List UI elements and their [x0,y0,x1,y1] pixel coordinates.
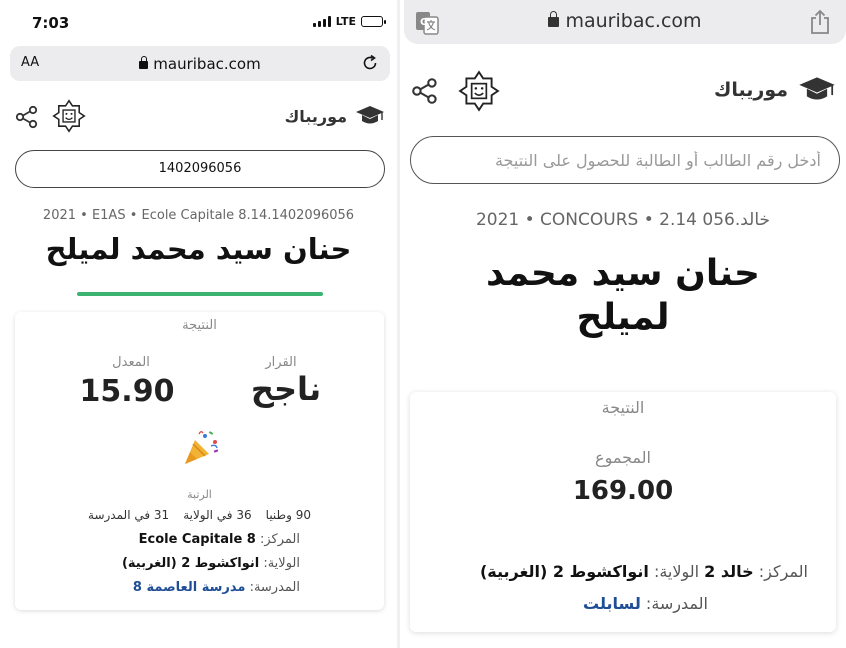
wilaya-label: الولاية: [653,562,700,581]
decision-label: القرار [265,355,297,370]
address-bar[interactable]: AA mauribac.com [10,46,390,81]
rank-list: 90 وطنيا 36 في الولاية 31 في المدرسة [15,508,384,522]
school-row: المدرسة: مدرسة العاصمة 8 [133,580,300,595]
lock-icon [548,11,560,27]
brand-name: موريباك [713,79,788,101]
reload-icon[interactable] [360,53,380,73]
wilaya-label: الولاية: [263,556,300,571]
center-wilaya-row: المركز: خالد 2 الولاية: انواكشوط 2 (الغر… [480,562,808,581]
result-card: النتيجة المجموع 169.00 المركز: خالد 2 ال… [410,392,836,632]
center-value: Ecole Capitale 8 [138,532,256,547]
brand-name: موريباك [284,106,347,126]
center-row: المركز: Ecole Capitale 8 [139,532,300,547]
total-value: 169.00 [572,476,674,506]
student-meta: 2021 • CONCOURS • 2.14 خالد.056 [475,210,771,230]
share-icon[interactable] [410,76,440,106]
rank-label: الرتبة [187,488,212,501]
school-link[interactable]: لسابلت [583,594,641,613]
center-value: خالد 2 [704,562,754,581]
search-input[interactable] [425,149,821,171]
student-name: حنان سيد محمد لميلح [485,253,760,338]
school-link[interactable]: مدرسة العاصمة 8 [133,580,246,595]
brand-logo[interactable]: موريباك [285,105,385,127]
site-header: موريباك [0,90,397,142]
url-text: mauribac.com [565,10,702,32]
average-label: المعدل [112,355,150,370]
wilaya-row: الولاية: انواكشوط 2 (الغربية) [122,556,300,571]
emblem-icon [458,70,500,112]
result-card: النتيجة القرار ناجح المعدل 15.90 الرتبة … [15,312,384,610]
emblem-icon [52,99,86,133]
lock-icon [139,56,149,69]
address-bar[interactable]: G mauribac.com [404,0,846,44]
status-bar: 7:03 LTE [0,0,397,44]
rank-school: 31 في المدرسة [88,508,170,522]
school-label: المدرسة: [645,594,708,613]
signal-icon [312,16,331,27]
center-label: المركز: [259,532,300,547]
rank-wilaya: 36 في الولاية [183,508,252,522]
wilaya-value: انواكشوط 2 (الغربية) [479,562,649,581]
url-display[interactable]: mauribac.com [404,10,846,32]
center-label: المركز: [758,562,808,581]
graduation-cap-icon [356,106,384,124]
graduation-cap-icon [799,77,835,100]
url-text: mauribac.com [153,55,261,73]
school-label: المدرسة: [249,580,300,595]
status-time: 7:03 [32,14,70,32]
student-number-input[interactable]: 1402096056 [15,150,385,188]
site-header: موريباك [400,62,846,122]
decision-value: ناجح [250,370,322,408]
result-title: النتيجة [182,318,217,333]
status-indicators: LTE [312,15,386,28]
pass-indicator-bar [77,292,323,296]
average-value: 15.90 [79,374,175,409]
student-meta: 2021 • E1AS • Ecole Capitale 8.14.140209… [42,208,355,223]
result-title: النتيجة [601,398,645,417]
share-icon[interactable] [14,104,40,130]
student-name: حنان سيد محمد لميلح [45,232,352,266]
upload-icon[interactable] [808,9,832,35]
right-screenshot: G mauribac.com موريباك 2021 • CONCOURS •… [400,0,846,648]
total-label: المجموع [595,448,651,467]
url-display[interactable]: mauribac.com [10,55,390,73]
brand-logo[interactable]: موريباك [714,76,836,104]
wilaya-value: انواكشوط 2 (الغربية) [121,556,260,571]
rank-national: 90 وطنيا [265,508,311,522]
network-label: LTE [335,15,356,28]
left-screenshot: 7:03 LTE AA mauribac.com موريباك 1402096… [0,0,397,648]
search-field[interactable] [410,136,840,184]
battery-icon [361,16,386,27]
school-row: المدرسة: لسابلت [583,594,708,613]
party-popper-icon [185,431,219,464]
